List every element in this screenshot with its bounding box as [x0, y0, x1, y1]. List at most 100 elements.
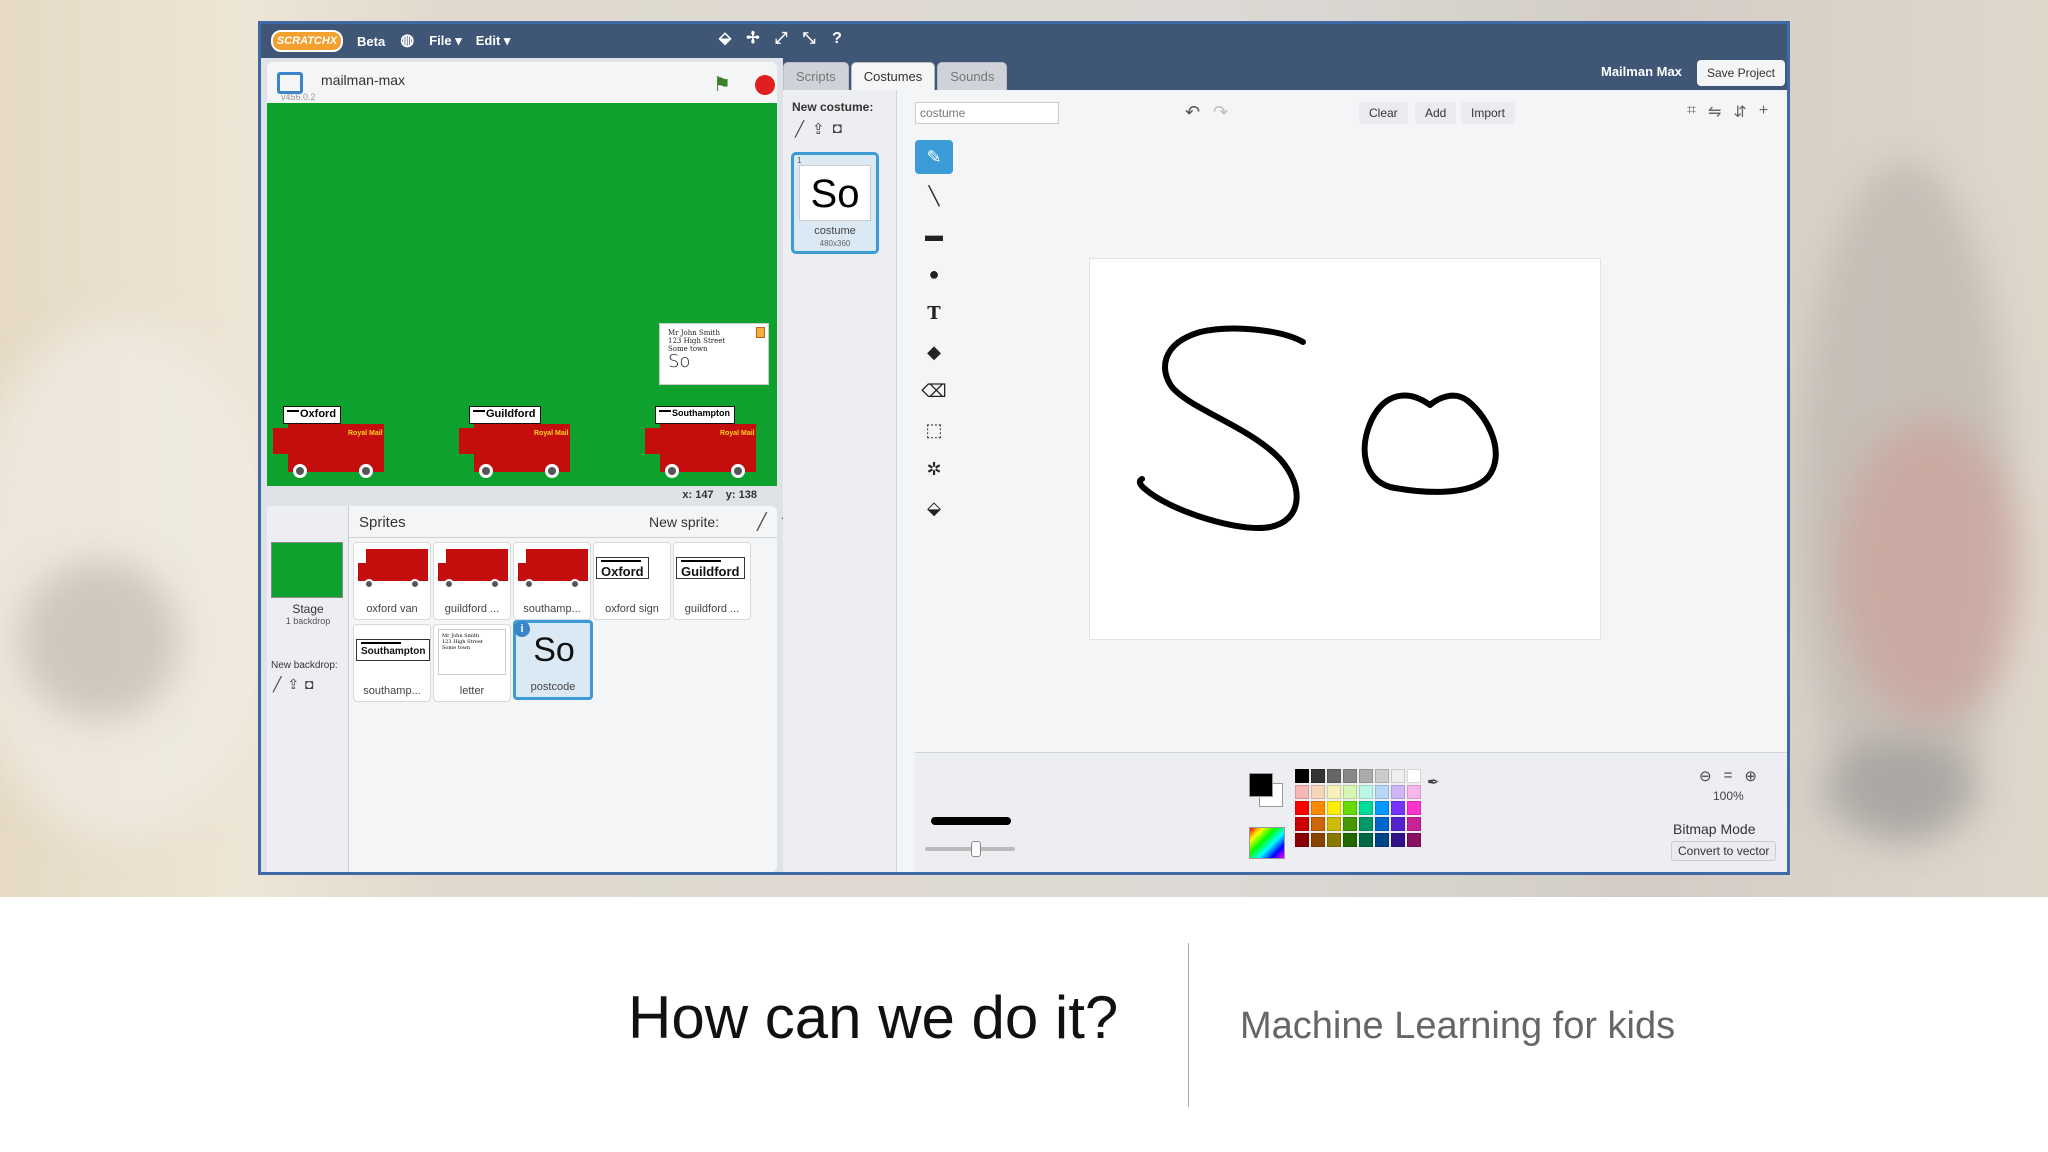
guildford-van[interactable]: Royal Mail Guildford: [459, 406, 575, 486]
undo-icon[interactable]: ↶: [1185, 102, 1200, 123]
sprite-southampton-sign[interactable]: Southampton southamp...: [353, 624, 431, 702]
zoom-reset-icon[interactable]: =: [1724, 767, 1733, 785]
oxford-sign[interactable]: Oxford: [283, 406, 342, 424]
redo-icon[interactable]: ↷: [1213, 102, 1228, 123]
southampton-van[interactable]: Royal Mail Southampton: [645, 406, 761, 486]
rectangle-tool-icon[interactable]: ▬: [915, 218, 953, 252]
palette-swatch[interactable]: [1407, 817, 1421, 831]
crop-icon[interactable]: ⌗: [1687, 102, 1696, 122]
camera-costume-icon[interactable]: ◘: [833, 120, 842, 138]
palette-swatch[interactable]: [1311, 769, 1325, 783]
palette-swatch[interactable]: [1359, 801, 1373, 815]
text-tool-icon[interactable]: T: [915, 296, 953, 330]
duplicate-stamp-icon[interactable]: ⬙: [717, 31, 733, 47]
palette-swatch[interactable]: [1295, 785, 1309, 799]
sprite-oxford-sign[interactable]: Oxford oxford sign: [593, 542, 671, 620]
palette-swatch[interactable]: [1295, 801, 1309, 815]
palette-swatch[interactable]: [1311, 817, 1325, 831]
add-button[interactable]: Add: [1415, 102, 1457, 124]
green-flag-icon[interactable]: ⚑: [713, 72, 731, 97]
fill-tool-icon[interactable]: ◆: [915, 335, 953, 369]
palette-swatch[interactable]: [1327, 769, 1341, 783]
sprite-guildford-sign[interactable]: Guildford guildford ...: [673, 542, 751, 620]
set-center-icon[interactable]: +: [1759, 102, 1768, 122]
palette-swatch[interactable]: [1407, 769, 1421, 783]
paint-sprite-icon[interactable]: ╱: [757, 512, 767, 532]
tab-costumes[interactable]: Costumes: [850, 62, 936, 90]
palette-swatch[interactable]: [1311, 833, 1325, 847]
fullscreen-icon[interactable]: [277, 72, 303, 94]
palette-swatch[interactable]: [1391, 817, 1405, 831]
palette-swatch[interactable]: [1295, 769, 1309, 783]
sprite-letter[interactable]: Mr John Smith 123 High Street Some town …: [433, 624, 511, 702]
palette-swatch[interactable]: [1311, 785, 1325, 799]
clear-button[interactable]: Clear: [1359, 102, 1408, 124]
palette-swatch[interactable]: [1311, 801, 1325, 815]
palette-swatch[interactable]: [1359, 785, 1373, 799]
palette-swatch[interactable]: [1407, 833, 1421, 847]
sprite-postcode[interactable]: i So postcode: [513, 620, 593, 700]
palette-swatch[interactable]: [1391, 833, 1405, 847]
line-tool-icon[interactable]: ╲: [915, 179, 953, 213]
palette-swatch[interactable]: [1295, 817, 1309, 831]
grow-icon[interactable]: ⤢: [773, 31, 789, 47]
user-name[interactable]: Mailman Max: [1601, 64, 1682, 79]
sprite-guildford-van[interactable]: guildford ...: [433, 542, 511, 620]
palette-swatch[interactable]: [1343, 801, 1357, 815]
project-name[interactable]: mailman-max: [321, 72, 405, 88]
help-icon[interactable]: ?: [829, 31, 845, 47]
palette-swatch[interactable]: [1359, 769, 1373, 783]
brush-tool-icon[interactable]: ✎: [915, 140, 953, 174]
stamp-tool-icon[interactable]: ⬙: [915, 491, 953, 525]
palette-swatch[interactable]: [1343, 817, 1357, 831]
palette-swatch[interactable]: [1343, 769, 1357, 783]
eyedropper-icon[interactable]: ✒: [1427, 773, 1440, 791]
palette-swatch[interactable]: [1375, 817, 1389, 831]
palette-swatch[interactable]: [1327, 817, 1341, 831]
select-remove-background-icon[interactable]: ✲: [915, 452, 953, 486]
primary-color-swatch[interactable]: [1249, 773, 1273, 797]
palette-swatch[interactable]: [1327, 785, 1341, 799]
zoom-in-icon[interactable]: ⊕: [1744, 767, 1757, 785]
file-menu[interactable]: File ▾: [429, 33, 462, 49]
convert-to-vector-button[interactable]: Convert to vector: [1671, 841, 1777, 861]
tab-scripts[interactable]: Scripts: [783, 62, 849, 90]
stage-thumbnail[interactable]: [271, 542, 343, 598]
color-picker-gradient[interactable]: [1249, 827, 1285, 859]
sprite-southampton-van[interactable]: southamp...: [513, 542, 591, 620]
stage-canvas[interactable]: Mr John Smith 123 High Street Some town …: [267, 103, 777, 486]
flip-horizontal-icon[interactable]: ⇋: [1708, 102, 1721, 122]
save-project-button[interactable]: Save Project: [1697, 60, 1785, 86]
stage-column[interactable]: Stage 1 backdrop New backdrop: ╱ ⇪ ◘: [267, 506, 349, 872]
edit-menu[interactable]: Edit ▾: [476, 33, 511, 49]
palette-swatch[interactable]: [1391, 801, 1405, 815]
paint-backdrop-icon[interactable]: ╱: [273, 676, 281, 693]
palette-swatch[interactable]: [1359, 817, 1373, 831]
upload-costume-icon[interactable]: ⇪: [812, 120, 825, 138]
palette-swatch[interactable]: [1407, 801, 1421, 815]
tab-sounds[interactable]: Sounds: [937, 62, 1008, 90]
palette-swatch[interactable]: [1375, 785, 1389, 799]
palette-swatch[interactable]: [1407, 785, 1421, 799]
guildford-sign[interactable]: Guildford: [469, 406, 541, 424]
import-button[interactable]: Import: [1461, 102, 1516, 124]
globe-icon[interactable]: ◍: [399, 33, 415, 49]
palette-swatch[interactable]: [1359, 833, 1373, 847]
costume-name-input[interactable]: [915, 102, 1059, 124]
stroke-width-handle[interactable]: [971, 841, 981, 857]
palette-swatch[interactable]: [1343, 833, 1357, 847]
palette-swatch[interactable]: [1391, 769, 1405, 783]
oxford-van[interactable]: Royal Mail Oxford: [273, 406, 389, 486]
cut-icon[interactable]: ✢: [745, 31, 761, 47]
shrink-icon[interactable]: ⤡: [801, 31, 817, 47]
drawing-canvas[interactable]: [1089, 258, 1601, 640]
upload-backdrop-icon[interactable]: ⇪: [287, 676, 299, 693]
letter-sprite[interactable]: Mr John Smith 123 High Street Some town …: [659, 323, 769, 385]
palette-swatch[interactable]: [1327, 801, 1341, 815]
eraser-tool-icon[interactable]: ⌫: [915, 374, 953, 408]
southampton-sign[interactable]: Southampton: [655, 406, 735, 424]
palette-swatch[interactable]: [1375, 769, 1389, 783]
paint-costume-icon[interactable]: ╱: [795, 120, 804, 138]
palette-swatch[interactable]: [1295, 833, 1309, 847]
stroke-width-slider[interactable]: [925, 847, 1015, 851]
